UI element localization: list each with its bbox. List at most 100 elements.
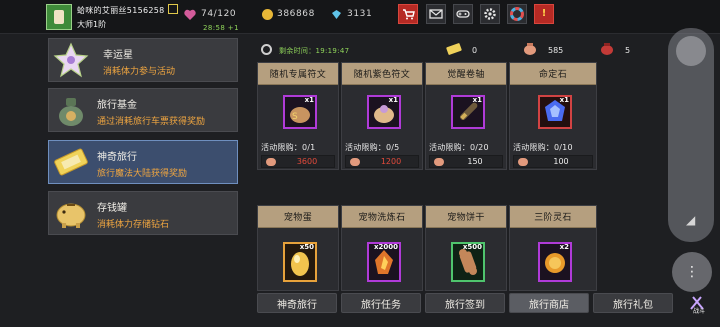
settings-gear-icon[interactable]	[480, 4, 500, 24]
price-button[interactable]: 1200	[345, 155, 419, 168]
item-frame: S x1	[283, 95, 317, 129]
gold-value: 386868	[277, 9, 315, 19]
price-button[interactable]: 150	[429, 155, 503, 168]
card-title: 宠物蛋	[258, 206, 338, 228]
shop-card-tier3-spirit-stone[interactable]: 三阶灵石 x2	[509, 205, 597, 291]
gold-coin-icon	[262, 9, 273, 20]
item-count: x1	[559, 96, 569, 104]
color-wheel-icon[interactable]	[507, 4, 527, 24]
travel-ticket-icon	[54, 148, 88, 176]
pouch-currency-icon	[266, 158, 276, 166]
gem-value: 3131	[347, 9, 373, 19]
top-status-bar: 蛤咪的艾丽丝5156258 大师1阶 74/120 28:58 +1 38686…	[0, 0, 720, 34]
sidebar-item-title: 幸运星	[103, 50, 133, 61]
player-name: 蛤咪的艾丽丝5156258	[77, 6, 165, 15]
item-count: x500	[462, 243, 482, 251]
item-count: x1	[472, 96, 482, 104]
purchase-limit: 活动限购：0/1	[261, 143, 316, 152]
shop-card-pet-egg[interactable]: 宠物蛋 x50	[257, 205, 339, 291]
stamina-value: 74/120	[201, 9, 237, 19]
tab-travel-tasks[interactable]: 旅行任务	[341, 293, 421, 313]
tab-magic-travel[interactable]: 神奇旅行	[257, 293, 337, 313]
player-avatar[interactable]	[46, 4, 72, 30]
item-count: x1	[388, 96, 398, 104]
clock-icon	[261, 44, 272, 55]
stamina-timer: 28:58 +1	[203, 24, 239, 32]
item-frame: x1	[451, 95, 485, 129]
item-frame: x2	[538, 242, 572, 282]
float-button-top[interactable]	[676, 36, 706, 66]
sidebar-item-piggy-bank[interactable]: 存钱罐 消耗体力存储钻石	[48, 191, 238, 235]
shop-card-random-purple-rune[interactable]: 随机紫色符文 x1 活动限购：0/5 1200	[341, 62, 423, 170]
sidebar-item-title: 旅行基金	[97, 100, 137, 111]
card-title: 宠物洗炼石	[342, 206, 422, 228]
sidebar-item-lucky-star[interactable]: 幸运星 消耗体力参与活动	[48, 38, 238, 82]
price-value: 3600	[296, 157, 318, 166]
card-title: 随机专属符文	[258, 63, 338, 85]
shop-card-pet-biscuit[interactable]: 宠物饼干 x500	[425, 205, 507, 291]
svg-text:S: S	[292, 112, 298, 122]
pouch-currency-icon	[518, 158, 528, 166]
card-title: 觉醒卷轴	[426, 63, 506, 85]
card-title: 随机紫色符文	[342, 63, 422, 85]
price-button[interactable]: 100	[513, 155, 593, 168]
sidebar-item-title: 神奇旅行	[97, 152, 137, 163]
item-count: x50	[299, 243, 314, 251]
sidebar-item-magic-travel[interactable]: 神奇旅行 旅行魔法大陆获得奖励	[48, 140, 238, 184]
more-menu-button[interactable]: ⋮	[672, 252, 712, 292]
edit-name-icon[interactable]	[168, 4, 178, 14]
shop-card-awakening-scroll[interactable]: 觉醒卷轴 x1 活动限购：0/20 150	[425, 62, 507, 170]
lucky-star-icon	[53, 42, 89, 78]
battle-label: 战斗	[693, 308, 706, 315]
sidebar-item-subtitle: 消耗体力存储钻石	[97, 220, 170, 230]
purchase-limit: 活动限购：0/5	[345, 143, 400, 152]
shop-card-random-exclusive-rune[interactable]: 随机专属符文 S x1 活动限购：0/1 3600	[257, 62, 339, 170]
ticket-icon	[446, 43, 462, 55]
shop-cart-icon[interactable]	[398, 4, 418, 24]
mute-icon[interactable]: ◢	[686, 213, 695, 227]
tab-travel-gift[interactable]: 旅行礼包	[593, 293, 673, 313]
price-value: 150	[467, 157, 483, 166]
card-title: 三阶灵石	[510, 206, 596, 228]
item-frame: x1	[538, 95, 572, 129]
player-rank: 大师1阶	[77, 20, 107, 29]
travel-shop-panel: 剩余时间：19:19:47 0 585 5 随机专属符文 S x1 活动限购：0…	[253, 38, 671, 326]
price-value: 100	[553, 157, 569, 166]
ticket-count: 0	[472, 46, 478, 55]
mail-icon[interactable]	[426, 4, 446, 24]
item-frame: x1	[367, 95, 401, 129]
item-frame: x50	[283, 242, 317, 282]
purchase-limit: 活动限购：0/20	[429, 143, 489, 152]
gamepad-icon[interactable]	[453, 4, 473, 24]
red-pouch-count: 5	[625, 46, 631, 55]
card-title: 命定石	[510, 63, 596, 85]
purchase-limit: 活动限购：0/10	[513, 143, 573, 152]
item-frame: x2000	[367, 242, 401, 282]
sidebar-item-title: 存钱罐	[97, 203, 127, 214]
item-count: x2	[559, 243, 569, 251]
pouch-currency-icon	[434, 158, 444, 166]
tab-travel-checkin[interactable]: 旅行签到	[425, 293, 505, 313]
tab-travel-shop[interactable]: 旅行商店	[509, 293, 589, 313]
shop-card-fate-stone[interactable]: 命定石 x1 活动限购：0/10 100	[509, 62, 597, 170]
pouch-icon	[524, 43, 536, 55]
money-bag-icon	[59, 98, 83, 126]
sidebar-item-subtitle: 消耗体力参与活动	[103, 67, 176, 77]
floating-side-panel	[668, 28, 714, 242]
remaining-time: 剩余时间：19:19:47	[279, 47, 350, 55]
sidebar-item-subtitle: 通过消耗旅行车票获得奖励	[97, 117, 206, 127]
price-button[interactable]: 3600	[261, 155, 335, 168]
item-frame: x500	[451, 242, 485, 282]
shop-card-pet-refine-stone[interactable]: 宠物洗炼石 x2000	[341, 205, 423, 291]
piggy-bank-icon	[56, 203, 86, 228]
pouch-count: 585	[548, 46, 564, 55]
item-count: x2000	[374, 243, 398, 251]
sidebar-item-travel-fund[interactable]: 旅行基金 通过消耗旅行车票获得奖励	[48, 88, 238, 132]
card-title: 宠物饼干	[426, 206, 506, 228]
gem-icon	[332, 10, 341, 19]
stamina-heart-icon	[184, 9, 196, 20]
red-pouch-icon	[601, 43, 613, 55]
item-count: x1	[304, 96, 314, 104]
alert-icon[interactable]: !	[534, 4, 554, 24]
sidebar-item-subtitle: 旅行魔法大陆获得奖励	[97, 169, 188, 179]
